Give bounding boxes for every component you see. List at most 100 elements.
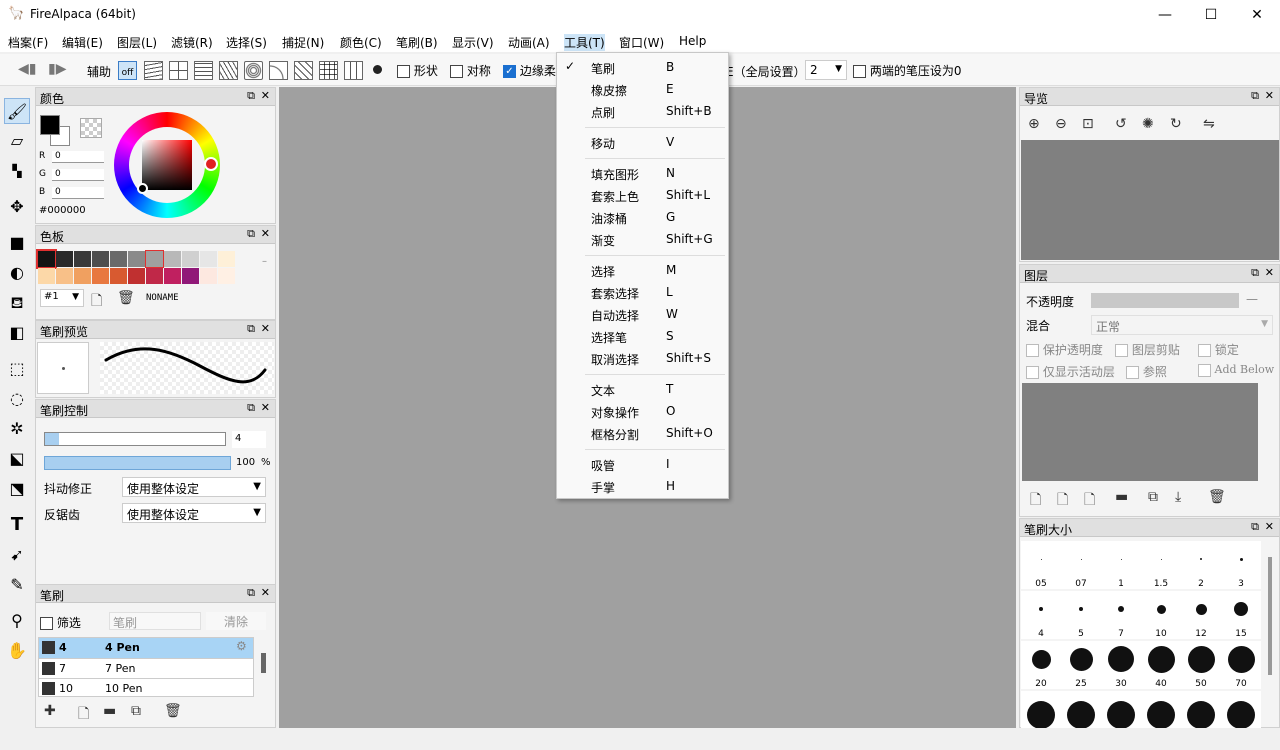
both-ends-checkbox-box[interactable] [853,65,866,78]
shape-checkbox[interactable]: 形状 [397,62,438,79]
size-field[interactable]: 4 [232,431,266,448]
undock-icon[interactable]: ⧉ [1251,520,1259,534]
clipping-checkbox[interactable]: 图层剪贴 [1115,341,1180,358]
tools-menu-item[interactable]: ✓ 笔刷 B [557,57,728,79]
symmetric-checkbox-box[interactable] [450,65,463,78]
undo-icon[interactable]: ◀▮ [18,61,36,77]
snap-cross-button[interactable] [169,61,188,80]
duplicate-layer-icon[interactable]: ⧉ [1148,489,1158,505]
lock-box[interactable] [1198,344,1211,357]
brush-size-cell[interactable]: 4 [1021,591,1061,639]
palette-swatch[interactable] [182,268,199,284]
clipping-box[interactable] [1115,344,1128,357]
list-item[interactable]: 10 10 Pen [39,678,253,697]
size-slider[interactable] [44,432,226,446]
snap-concentric-button[interactable] [244,61,263,80]
edge-checkbox[interactable]: ✓ 边缘柔 [503,62,556,79]
protect-alpha-box[interactable] [1026,344,1039,357]
brush-size-cell[interactable]: 1.5 [1141,541,1181,589]
close-icon[interactable]: ✕ [261,227,270,240]
brush-size-cell[interactable]: 20 [1021,641,1061,689]
reference-checkbox[interactable]: 参照 [1126,363,1167,380]
palette-swatch[interactable] [92,268,109,284]
blend-select[interactable]: 正常 ▼ [1091,315,1273,335]
maximize-button[interactable]: ☐ [1188,0,1234,30]
close-icon[interactable]: ✕ [1265,520,1274,533]
palette-swatch[interactable] [36,249,57,269]
navigator-preview[interactable] [1021,140,1279,260]
palette-swatch[interactable] [38,268,55,284]
menu-brush[interactable]: 笔刷(B) [396,34,438,51]
lasso-select-tool-icon[interactable]: ◌ [4,386,30,412]
tools-menu-item[interactable]: 框格分割 Shift+O [557,423,728,445]
brush-size-cell[interactable]: 5 [1061,591,1101,639]
undock-icon[interactable]: ⧉ [247,322,255,336]
foreground-color-swatch[interactable] [40,115,60,135]
opacity-slider[interactable] [44,456,231,470]
hue-handle[interactable] [204,157,218,171]
close-button[interactable]: ✕ [1234,0,1280,30]
select-tool-icon[interactable]: ⬚ [4,356,30,382]
snap-parallel-button[interactable] [144,61,163,80]
rotate-right-icon[interactable]: ↻ [1170,116,1182,132]
brush-size-cell[interactable]: 2 [1181,541,1221,589]
add-below-checkbox[interactable]: Add Below [1198,363,1274,377]
menu-help[interactable]: Help [679,34,706,48]
snap-off-button[interactable]: off [118,61,137,80]
palette-swatch[interactable] [218,251,235,267]
filter-checkbox[interactable]: 筛选 [40,614,81,631]
deselect-tool-icon[interactable]: ⬔ [4,476,30,502]
filter-checkbox-box[interactable] [40,617,53,630]
palette-swatch[interactable] [164,251,181,267]
palette-swatch[interactable] [164,268,181,284]
show-active-only-box[interactable] [1026,366,1039,379]
palette-swatch[interactable] [128,251,145,267]
brush-size-cell[interactable]: 15 [1221,591,1261,639]
brush-size-cell[interactable]: 7 [1101,591,1141,639]
close-icon[interactable]: ✕ [261,586,270,599]
sv-handle[interactable] [137,183,148,194]
brush-list-scrollbar[interactable] [261,653,266,673]
palette-swatch[interactable] [146,268,163,284]
saturation-value-square[interactable] [142,140,192,190]
menu-layer[interactable]: 图层(L) [117,34,157,51]
brush-size-cell[interactable]: 30 [1101,641,1141,689]
new-palette-icon[interactable]: 🗋 [91,290,102,314]
close-icon[interactable]: ✕ [261,89,270,102]
undock-icon[interactable]: ⧉ [1251,266,1259,280]
close-icon[interactable]: ✕ [1265,266,1274,279]
undock-icon[interactable]: ⧉ [247,586,255,600]
lasso-fill-tool-icon[interactable]: ◐ [4,260,30,286]
tools-menu-item[interactable]: 移动 V [557,132,728,154]
antialias-select[interactable]: 使用整体设定 ▼ [122,503,266,523]
duplicate-brush-icon[interactable]: ⧉ [131,703,141,719]
both-ends-checkbox[interactable]: 两端的笔压设为0 [853,62,961,79]
menu-color[interactable]: 颜色(C) [340,34,382,51]
menu-file[interactable]: 档案(F) [8,34,48,51]
palette-swatch[interactable] [56,268,73,284]
b-field[interactable]: 0 [52,187,104,199]
redo-icon[interactable]: ▮▶ [48,61,66,77]
tools-menu-item[interactable]: 选择 M [557,260,728,282]
transparent-color-swatch[interactable] [80,118,102,138]
zoom-in-icon[interactable]: ⊕ [1028,116,1040,132]
brush-size-cell[interactable]: 1 [1101,541,1141,589]
close-icon[interactable]: ✕ [1265,89,1274,102]
brush-size-cell[interactable]: 25 [1061,641,1101,689]
flip-icon[interactable]: ⇋ [1203,116,1215,132]
tools-menu-item[interactable]: 文本 T [557,379,728,401]
minimize-button[interactable]: — [1142,0,1188,30]
snap-curve-button[interactable] [269,61,288,80]
palette-swatch[interactable] [74,251,91,267]
palette-swatch[interactable] [110,268,127,284]
tools-menu-item[interactable]: 自动选择 W [557,304,728,326]
object-tool-icon[interactable]: ➹ [4,542,30,568]
reset-rotation-icon[interactable]: ✺ [1142,116,1154,132]
delete-layer-icon[interactable]: 🗑 [1208,489,1226,505]
brush-size-cell[interactable]: 70 [1221,641,1261,689]
protect-alpha-checkbox[interactable]: 保护透明度 [1026,341,1103,358]
brush-size-scrollbar[interactable] [1268,557,1272,675]
palette-swatch[interactable] [200,251,217,267]
brush-size-cell[interactable]: 10 [1141,591,1181,639]
menu-animation[interactable]: 动画(A) [508,34,550,51]
